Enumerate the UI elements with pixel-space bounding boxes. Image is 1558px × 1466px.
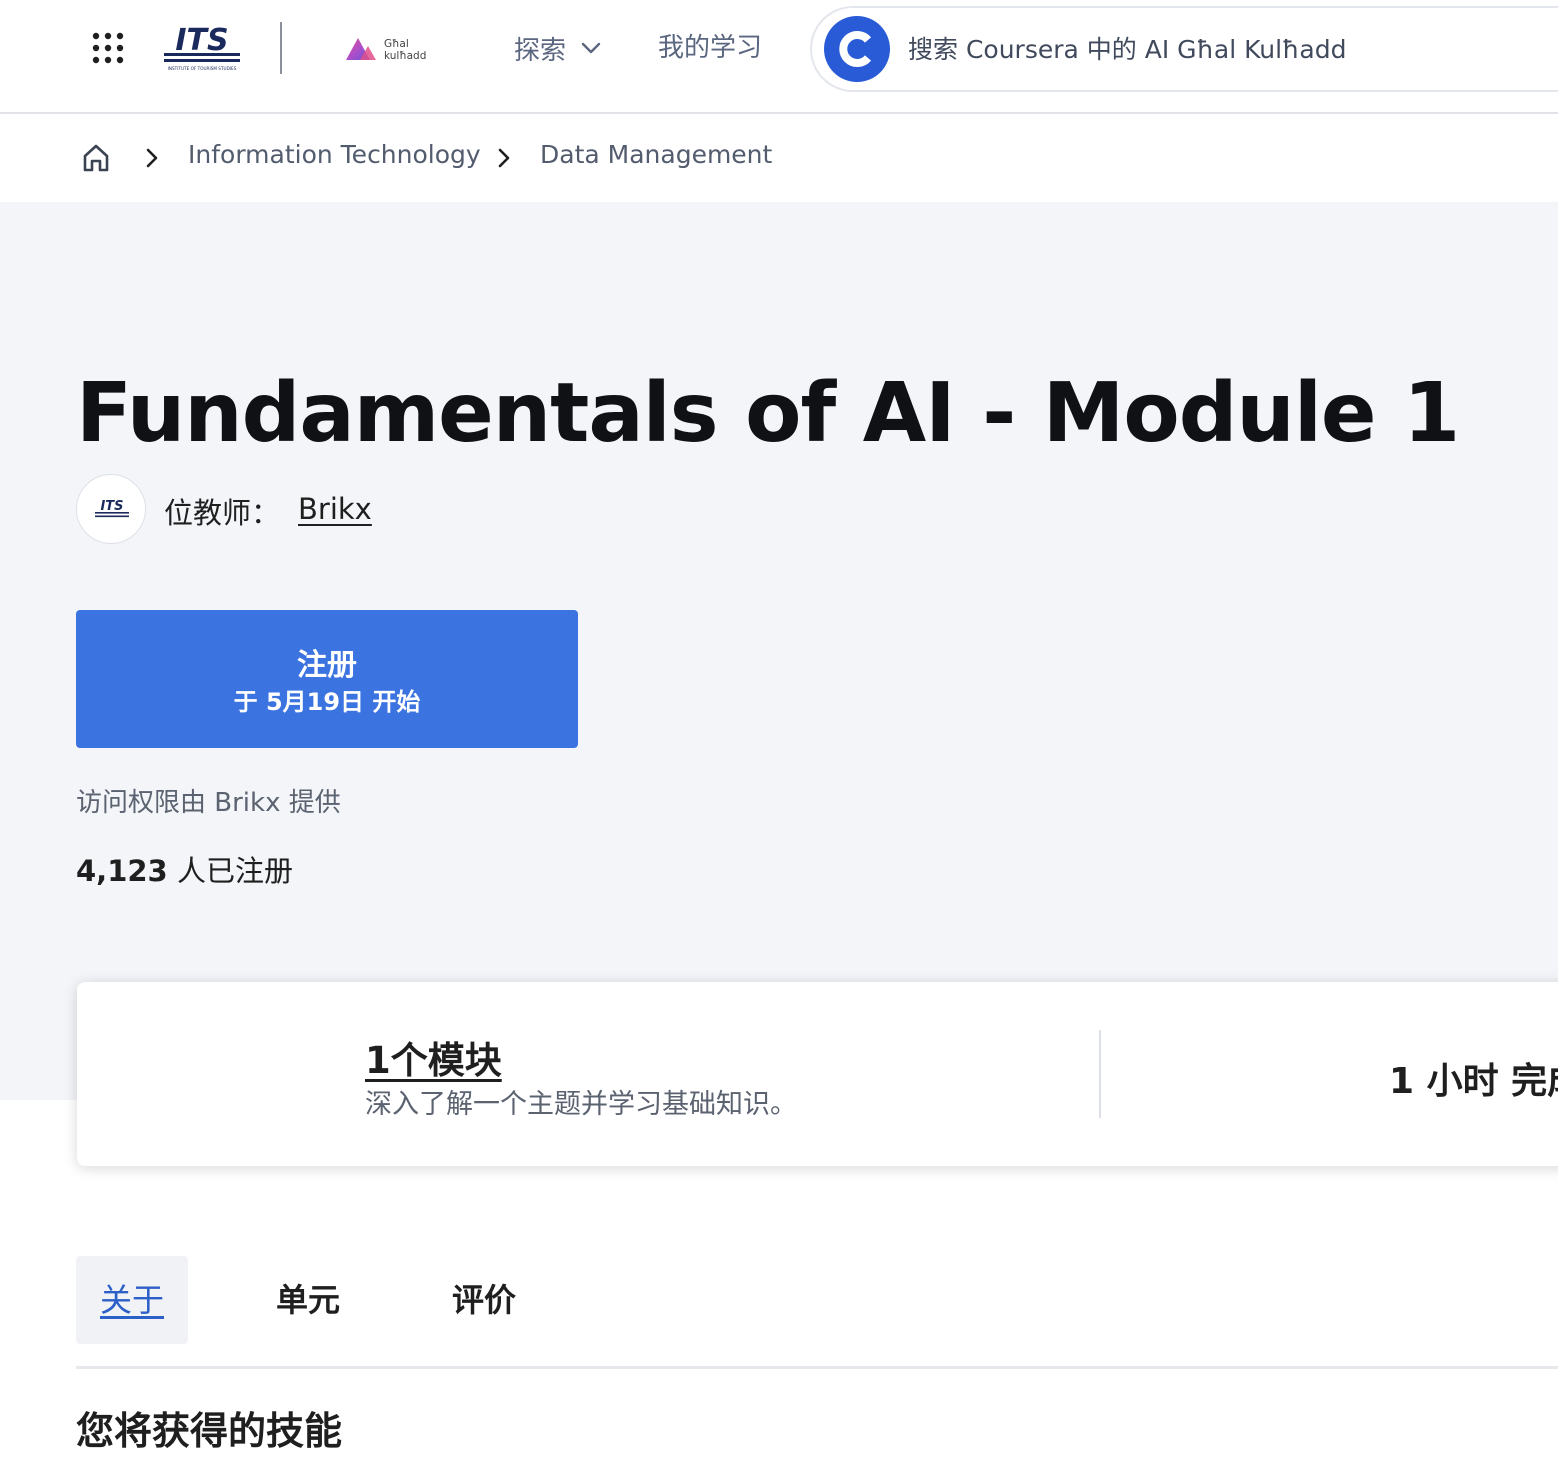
search-input[interactable]: 搜索 Coursera 中的 AI Għal Kulħadd: [810, 6, 1558, 92]
instructor-avatar[interactable]: ITS: [76, 474, 146, 544]
svg-text:kulħadd: kulħadd: [384, 50, 426, 62]
enrolled-count-text: 4,123 人已注册: [76, 848, 293, 890]
top-header: ITS INSTITUTE OF TOURISM STUDIES Għal ku…: [0, 0, 1558, 114]
svg-text:ITS: ITS: [175, 23, 228, 58]
enrolled-count: 4,123: [76, 854, 168, 888]
instructor-link[interactable]: Brikx: [298, 492, 372, 526]
coursera-logo-icon: [824, 16, 890, 82]
enroll-start-date: 于 5月19日 开始: [233, 688, 421, 716]
skills-heading: 您将获得的技能: [76, 1409, 343, 1453]
nav-explore-dropdown[interactable]: 探索: [514, 28, 602, 68]
logo-divider: [280, 22, 282, 74]
tab-modules[interactable]: 单元: [256, 1256, 360, 1344]
ghal-kulhadd-logo[interactable]: Għal kulħadd: [344, 34, 440, 64]
svg-text:ITS: ITS: [100, 499, 123, 514]
apps-grid-icon[interactable]: [92, 32, 124, 64]
enrolled-suffix: 人已注册: [167, 854, 293, 888]
nav-my-learning[interactable]: 我的学习: [658, 28, 762, 68]
modules-count-link[interactable]: 1个模块: [365, 1030, 502, 1084]
breadcrumb-item-information-technology[interactable]: Information Technology: [188, 140, 481, 169]
chevron-right-icon: [146, 148, 158, 168]
chevron-right-icon: [498, 148, 510, 168]
course-title: Fundamentals of AI - Module 1: [76, 366, 1460, 461]
nav-explore-label: 探索: [514, 35, 567, 66]
course-hero: Fundamentals of AI - Module 1 ITS 位教师： B…: [0, 202, 1558, 1100]
completion-time: 1 小时 完成: [1389, 1061, 1558, 1102]
breadcrumb: Information Technology Data Management: [0, 114, 1558, 202]
tab-reviews[interactable]: 评价: [432, 1256, 536, 1344]
tabs-divider: [76, 1366, 1558, 1369]
enroll-button[interactable]: 注册 于 5月19日 开始: [76, 610, 578, 748]
access-provider-text: 访问权限由 Brikx 提供: [76, 788, 341, 818]
tab-about[interactable]: 关于: [76, 1256, 188, 1344]
svg-text:Għal: Għal: [384, 38, 409, 50]
svg-text:INSTITUTE OF TOURISM STUDIES: INSTITUTE OF TOURISM STUDIES: [168, 66, 237, 71]
enroll-button-label: 注册: [297, 648, 357, 683]
search-placeholder: 搜索 Coursera 中的 AI Għal Kulħadd: [908, 35, 1347, 64]
instructor-label: 位教师：: [164, 496, 281, 530]
home-icon[interactable]: [80, 142, 112, 174]
its-logo[interactable]: ITS INSTITUTE OF TOURISM STUDIES: [160, 22, 244, 74]
card-divider: [1099, 1030, 1101, 1118]
course-info-card: 1个模块 深入了解一个主题并学习基础知识。 1 小时 完成: [77, 982, 1558, 1166]
breadcrumb-item-data-management[interactable]: Data Management: [540, 140, 772, 169]
chevron-down-icon: [581, 42, 601, 54]
modules-description: 深入了解一个主题并学习基础知识。: [365, 1089, 797, 1120]
